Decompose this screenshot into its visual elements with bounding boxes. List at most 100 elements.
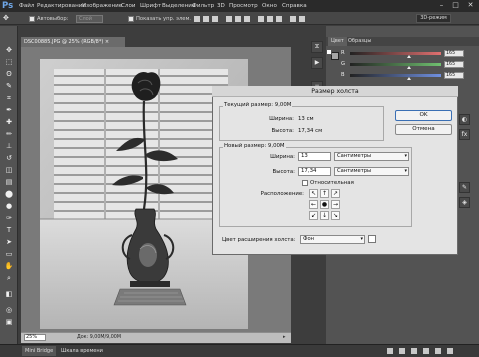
foreground-color-swatch[interactable] [331, 52, 339, 60]
cancel-button[interactable]: Отмена [395, 124, 452, 135]
new-width-label: Ширина: [270, 154, 295, 160]
new-height-label: Высота: [272, 169, 295, 175]
history-icon[interactable]: ⧖ [311, 41, 323, 53]
paths-icon[interactable]: ✎ [459, 182, 470, 193]
status-arrow-icon[interactable]: ▸ [283, 334, 286, 340]
menu-item[interactable]: Файл [19, 2, 34, 10]
autoselect-label: Автовыбор: [37, 16, 69, 22]
ok-button[interactable]: OK [395, 110, 452, 121]
menu-item[interactable]: Справка [282, 2, 307, 10]
chevron-down-icon: ▾ [404, 153, 407, 159]
anchor-cell[interactable]: ↖ [309, 189, 318, 198]
tab-swatches[interactable]: Образцы [345, 37, 374, 46]
slider-track-b[interactable] [350, 74, 441, 77]
dodge-icon[interactable]: ● [4, 201, 14, 211]
screen-mode-icon[interactable]: ▣ [4, 317, 14, 327]
autoselect-dropdown[interactable]: Слой [76, 15, 103, 23]
menu-item[interactable]: Фильтр [192, 2, 214, 10]
shape-icon[interactable]: ▭ [4, 249, 14, 259]
quick-select-icon[interactable]: ✎ [4, 81, 14, 91]
zoom-field[interactable]: 25% [24, 334, 46, 341]
document-tab[interactable]: DSC00885.JPG @ 25% (RGB/8*) × [21, 37, 125, 47]
maximize-icon[interactable]: □ [451, 1, 460, 10]
blur-icon[interactable]: ⬤ [4, 189, 14, 199]
menu-item[interactable]: 3D [217, 2, 225, 10]
slider-value-b[interactable]: 165 [444, 72, 464, 79]
show-controls-label: Показать упр. элем. [136, 16, 192, 22]
history-brush-icon[interactable]: ↺ [4, 153, 14, 163]
menu-item[interactable]: Слои [121, 2, 136, 10]
extension-color-select[interactable]: Фон ▾ [300, 235, 365, 244]
anchor-cell[interactable]: ↓ [320, 211, 329, 220]
type-icon[interactable]: T [4, 225, 14, 235]
move-icon[interactable]: ✥ [4, 45, 14, 55]
anchor-cell[interactable]: ↑ [320, 189, 329, 198]
stamp-icon[interactable]: ⊥ [4, 141, 14, 151]
crop-icon[interactable]: ⌗ [4, 93, 14, 103]
slider-handle[interactable] [407, 55, 411, 58]
colors-icon[interactable]: ◧ [4, 289, 14, 299]
background-color-swatch[interactable] [326, 49, 332, 55]
hand-icon[interactable]: ✋ [4, 261, 14, 271]
anchor-cell[interactable]: ↗ [331, 189, 340, 198]
slider-handle[interactable] [407, 77, 411, 80]
anchor-cell[interactable]: ↘ [331, 211, 340, 220]
chevron-down-icon: ▾ [360, 236, 363, 242]
current-size-label: Текущий размер: 9,00M [223, 102, 293, 109]
gradient-icon[interactable]: ▤ [4, 177, 14, 187]
styles-icon[interactable]: fx [459, 129, 470, 140]
anchor-cell[interactable]: ← [309, 200, 318, 209]
new-height-input[interactable]: 17,34 [298, 167, 331, 176]
tab-mini-bridge[interactable]: Mini Bridge [22, 346, 57, 356]
document-info[interactable]: Док: 9,00M/9,00M [77, 334, 121, 341]
minimize-icon[interactable]: – [437, 1, 446, 10]
layers-icon[interactable]: ◈ [459, 197, 470, 208]
extension-color-label: Цвет расширения холста: [222, 237, 296, 243]
brush-icon[interactable]: ✏ [4, 129, 14, 139]
slider-value-g[interactable]: 165 [444, 61, 464, 68]
move-tool-icon[interactable]: ✥ [3, 14, 9, 22]
zoom-icon[interactable]: ⌕ [4, 273, 14, 283]
close-icon[interactable]: ✕ [466, 1, 475, 10]
align-buttons[interactable] [192, 15, 312, 23]
new-size-label: Новый размер: 9,00M [223, 143, 286, 150]
anchor-cell[interactable]: ● [320, 200, 329, 209]
dialog-title: Размер холста [311, 88, 359, 95]
autoselect-checkbox[interactable] [29, 16, 35, 22]
marquee-icon[interactable]: ⬚ [4, 57, 14, 67]
pen-icon[interactable]: ✑ [4, 213, 14, 223]
relative-checkbox[interactable] [302, 180, 308, 186]
show-controls-checkbox[interactable] [128, 16, 134, 22]
menu-item[interactable]: Окно [262, 2, 277, 10]
menu-item[interactable]: Просмотр [229, 2, 258, 10]
lasso-icon[interactable]: ʘ [4, 69, 14, 79]
tab-timeline[interactable]: Шкала времени [58, 346, 106, 356]
new-height-unit-select[interactable]: Сантиметры ▾ [334, 167, 409, 176]
slider-handle[interactable] [407, 66, 411, 69]
photoshop-logo: Ps [2, 1, 14, 11]
menu-item[interactable]: Шрифт [140, 2, 161, 10]
quickmask-icon[interactable]: ◎ [4, 305, 14, 315]
workspace-selector[interactable]: 3D-режим [416, 14, 451, 23]
slider-track-g[interactable] [350, 63, 441, 66]
path-select-icon[interactable]: ➤ [4, 237, 14, 247]
tab-color[interactable]: Цвет [328, 37, 347, 46]
new-width-unit-select[interactable]: Сантиметры ▾ [334, 152, 409, 161]
new-width-input[interactable]: 13 [298, 152, 331, 161]
eraser-icon[interactable]: ◫ [4, 165, 14, 175]
current-width-value: 13 см [298, 116, 314, 122]
actions-icon[interactable]: ▶ [311, 57, 323, 69]
adjustments-icon[interactable]: ◐ [459, 114, 470, 125]
slider-value-r[interactable]: 165 [444, 50, 464, 57]
anchor-cell[interactable]: → [331, 200, 340, 209]
menu-item[interactable]: Редактирование [37, 2, 86, 10]
slider-track-r[interactable] [350, 52, 441, 55]
anchor-cell[interactable]: ↙ [309, 211, 318, 220]
menu-item[interactable]: Изображение [82, 2, 122, 10]
layers-panel-buttons[interactable] [291, 347, 461, 355]
menu-item[interactable]: Выделение [162, 2, 195, 10]
eyedropper-icon[interactable]: ✒ [4, 105, 14, 115]
current-height-value: 17,34 см [298, 128, 323, 134]
extension-color-swatch[interactable] [368, 235, 376, 243]
healing-icon[interactable]: ✚ [4, 117, 14, 127]
